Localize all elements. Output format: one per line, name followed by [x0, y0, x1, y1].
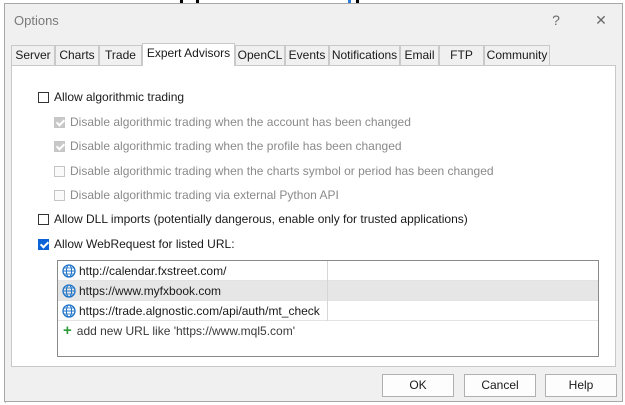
allow-dll-imports-checkbox[interactable]: [38, 213, 49, 225]
tab-charts[interactable]: Charts: [55, 45, 99, 65]
allow-webrequest-checkbox[interactable]: [38, 238, 49, 250]
allow-dll-imports-option[interactable]: Allow DLL imports (potentially dangerous…: [38, 211, 468, 227]
add-url-row[interactable]: + add new URL like 'https://www.mql5.com…: [58, 321, 598, 341]
url-list-item-selected[interactable]: https://www.myfxbook.com: [58, 281, 598, 301]
tab-trade[interactable]: Trade: [99, 45, 142, 65]
allow-algo-trading-checkbox[interactable]: [38, 91, 49, 103]
disable-via-python-label: Disable algorithmic trading via external…: [70, 188, 339, 202]
globe-icon: [62, 263, 76, 278]
allow-webrequest-label: Allow WebRequest for listed URL:: [54, 237, 235, 251]
disable-on-account-change-option: Disable algorithmic trading when the acc…: [54, 114, 411, 130]
options-dialog: Options ? ✕ Server Charts Trade Expert A…: [4, 3, 623, 402]
tab-notifications[interactable]: Notifications: [329, 45, 400, 65]
cancel-button[interactable]: Cancel: [464, 374, 536, 397]
disable-on-account-change-label: Disable algorithmic trading when the acc…: [70, 115, 411, 129]
globe-icon: [62, 303, 76, 318]
allow-dll-imports-label: Allow DLL imports (potentially dangerous…: [54, 212, 468, 226]
disable-on-symbol-change-label: Disable algorithmic trading when the cha…: [70, 164, 494, 178]
help-button[interactable]: Help: [545, 374, 617, 397]
allow-algo-trading-label: Allow algorithmic trading: [54, 90, 185, 104]
disable-via-python-option: Disable algorithmic trading via external…: [54, 187, 339, 203]
globe-icon: [62, 283, 76, 298]
url-text: https://www.myfxbook.com: [79, 283, 222, 298]
title-bar[interactable]: Options ? ✕: [5, 4, 622, 36]
tab-email[interactable]: Email: [400, 45, 439, 65]
tab-community[interactable]: Community: [484, 45, 550, 65]
tab-expert-advisors[interactable]: Expert Advisors: [142, 43, 235, 66]
add-url-prompt: add new URL like 'https://www.mql5.com': [76, 324, 295, 338]
disable-on-symbol-change-checkbox: [54, 165, 65, 177]
url-list-item[interactable]: https://trade.algnostic.com/api/auth/mt_…: [58, 301, 598, 321]
column-divider: [327, 261, 328, 281]
allow-algo-trading-option[interactable]: Allow algorithmic trading: [38, 89, 184, 105]
tab-events[interactable]: Events: [285, 45, 329, 65]
disable-on-profile-change-checkbox: [54, 140, 65, 152]
window-title: Options: [14, 13, 59, 28]
expert-advisors-panel: Allow algorithmic trading Disable algori…: [11, 65, 616, 367]
column-divider: [327, 301, 328, 321]
url-text: http://calendar.fxstreet.com/: [79, 263, 227, 278]
url-list[interactable]: http://calendar.fxstreet.com/ https://ww…: [57, 260, 599, 357]
disable-on-profile-change-label: Disable algorithmic trading when the pro…: [70, 139, 402, 153]
close-icon[interactable]: ✕: [588, 9, 614, 31]
plus-icon: +: [63, 322, 72, 339]
url-text: https://trade.algnostic.com/api/auth/mt_…: [79, 303, 320, 318]
tab-opencl[interactable]: OpenCL: [235, 45, 285, 65]
tab-ftp[interactable]: FTP: [439, 45, 484, 65]
allow-webrequest-option[interactable]: Allow WebRequest for listed URL:: [38, 236, 235, 252]
disable-on-symbol-change-option: Disable algorithmic trading when the cha…: [54, 163, 494, 179]
url-list-item[interactable]: http://calendar.fxstreet.com/: [58, 261, 598, 281]
disable-on-account-change-checkbox: [54, 116, 65, 128]
help-icon[interactable]: ?: [543, 9, 569, 31]
tab-server[interactable]: Server: [11, 45, 55, 65]
column-divider: [327, 281, 328, 301]
disable-via-python-checkbox: [54, 189, 65, 201]
ok-button[interactable]: OK: [382, 374, 454, 397]
disable-on-profile-change-option: Disable algorithmic trading when the pro…: [54, 138, 402, 154]
